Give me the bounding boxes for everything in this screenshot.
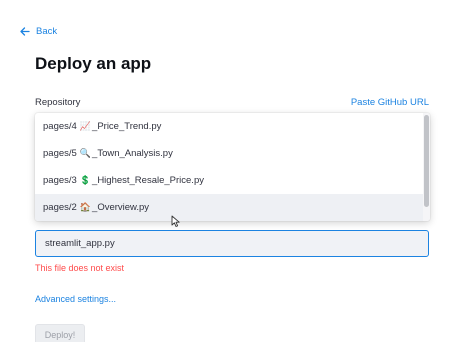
- advanced-settings-link[interactable]: Advanced settings...: [35, 294, 116, 304]
- chart-up-icon: 📈: [79, 121, 92, 131]
- magnifier-icon: 🔍: [79, 148, 92, 158]
- back-link[interactable]: Back: [20, 26, 57, 37]
- repository-dropdown: pages/4 📈 _Price_Trend.py pages/5 🔍 _Tow…: [35, 113, 430, 221]
- file-error-message: This file does not exist: [35, 263, 125, 273]
- arrow-left-icon: [20, 27, 30, 36]
- dollar-icon: 💲: [79, 175, 92, 185]
- dropdown-option-price-trend[interactable]: pages/4 📈 _Price_Trend.py: [35, 113, 423, 140]
- page-title: Deploy an app: [35, 54, 152, 73]
- back-label: Back: [36, 26, 58, 37]
- paste-github-url-link[interactable]: Paste GitHub URL: [351, 97, 429, 108]
- option-suffix: _Highest_Resale_Price.py: [92, 175, 204, 186]
- option-prefix: pages/5: [43, 148, 77, 159]
- repository-label: Repository: [35, 97, 81, 108]
- option-suffix: _Price_Trend.py: [92, 121, 162, 132]
- option-suffix: _Town_Analysis.py: [92, 148, 173, 159]
- dropdown-option-highest-resale-price[interactable]: pages/3 💲 _Highest_Resale_Price.py: [35, 167, 423, 194]
- dropdown-scrollbar[interactable]: [423, 113, 430, 221]
- main-file-path-input[interactable]: [35, 230, 429, 257]
- dropdown-option-overview[interactable]: pages/2 🏠 _Overview.py: [35, 194, 423, 221]
- option-prefix: pages/4: [43, 121, 77, 132]
- deploy-page: Back Deploy an app Repository Paste GitH…: [0, 0, 474, 342]
- deploy-button[interactable]: Deploy!: [35, 324, 85, 342]
- option-prefix: pages/2: [43, 202, 77, 213]
- house-icon: 🏠: [79, 202, 92, 212]
- scrollbar-thumb[interactable]: [424, 115, 429, 207]
- dropdown-option-town-analysis[interactable]: pages/5 🔍 _Town_Analysis.py: [35, 140, 423, 167]
- option-suffix: _Overview.py: [92, 202, 150, 213]
- option-prefix: pages/3: [43, 175, 77, 186]
